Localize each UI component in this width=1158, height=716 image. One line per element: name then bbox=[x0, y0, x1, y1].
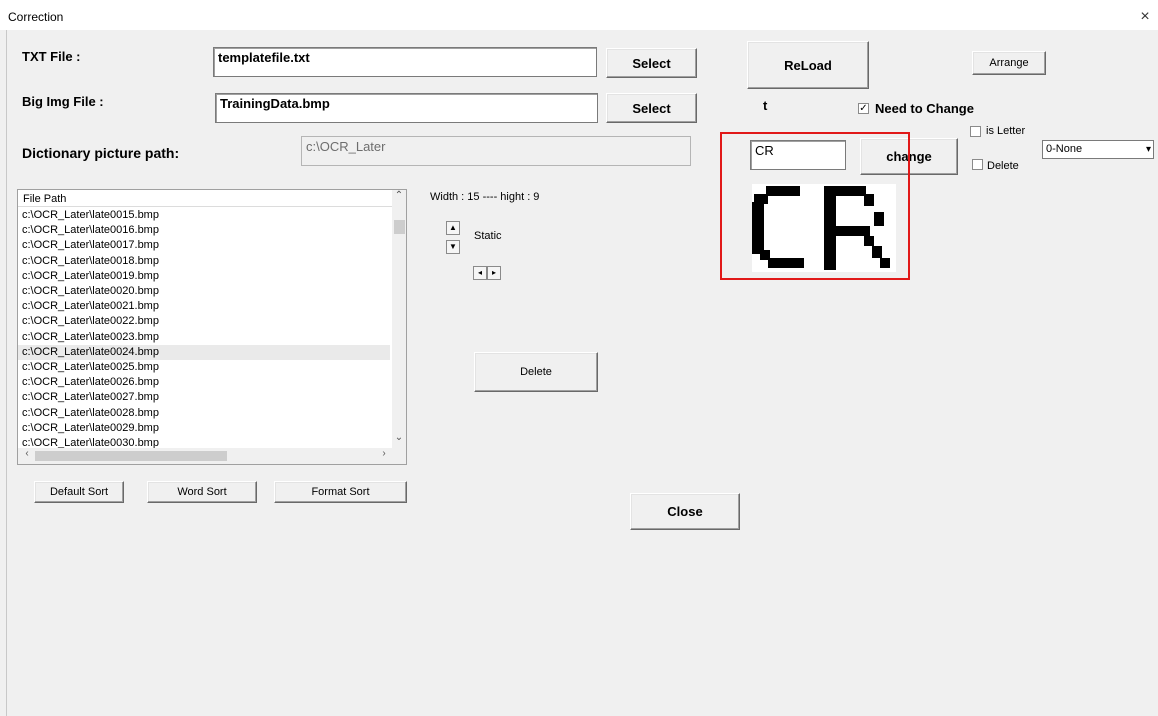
title-bar bbox=[0, 0, 1158, 30]
list-item[interactable]: c:\OCR_Later\late0023.bmp bbox=[18, 330, 390, 345]
list-item[interactable]: c:\OCR_Later\late0022.bmp bbox=[18, 314, 390, 329]
horizontal-scrollbar[interactable]: ‹ › bbox=[18, 448, 406, 464]
list-item[interactable]: c:\OCR_Later\late0029.bmp bbox=[18, 421, 390, 436]
list-item[interactable]: c:\OCR_Later\late0025.bmp bbox=[18, 360, 390, 375]
txt-file-input[interactable]: templatefile.txt bbox=[213, 47, 597, 77]
close-icon[interactable]: × bbox=[1138, 9, 1152, 25]
list-item[interactable]: c:\OCR_Later\late0018.bmp bbox=[18, 254, 390, 269]
list-item[interactable]: c:\OCR_Later\late0028.bmp bbox=[18, 406, 390, 421]
list-item[interactable]: c:\OCR_Later\late0015.bmp bbox=[18, 208, 390, 223]
scroll-up-icon[interactable]: ⌃ bbox=[392, 190, 406, 201]
dimensions-text: Width : 15 ---- hight : 9 bbox=[430, 191, 540, 203]
need-to-change-checkbox[interactable]: ✓ bbox=[858, 103, 869, 114]
delete-button[interactable]: Delete bbox=[474, 352, 598, 392]
vertical-scroll-thumb[interactable] bbox=[394, 220, 405, 234]
window-title: Correction bbox=[8, 10, 64, 24]
list-item[interactable]: c:\OCR_Later\late0021.bmp bbox=[18, 299, 390, 314]
scroll-right-icon[interactable]: › bbox=[378, 448, 390, 459]
list-item[interactable]: c:\OCR_Later\late0017.bmp bbox=[18, 238, 390, 253]
delete-checkbox-label: Delete bbox=[987, 160, 1019, 172]
list-item[interactable]: c:\OCR_Later\late0019.bmp bbox=[18, 269, 390, 284]
type-dropdown[interactable]: 0-None ▾ bbox=[1042, 140, 1154, 159]
chevron-down-icon: ▾ bbox=[1145, 144, 1151, 155]
word-sort-button[interactable]: Word Sort bbox=[147, 481, 257, 503]
delete-checkbox[interactable] bbox=[972, 159, 983, 170]
static-label: Static bbox=[474, 230, 502, 242]
spin-down-icon[interactable]: ▼ bbox=[446, 240, 460, 254]
list-item[interactable]: c:\OCR_Later\late0027.bmp bbox=[18, 390, 390, 405]
dict-path-input[interactable]: c:\OCR_Later bbox=[301, 136, 691, 166]
close-button[interactable]: Close bbox=[630, 493, 740, 530]
is-letter-checkbox[interactable] bbox=[970, 126, 981, 137]
type-dropdown-value: 0-None bbox=[1046, 143, 1083, 155]
arrange-button[interactable]: Arrange bbox=[972, 51, 1046, 75]
scroll-left-icon[interactable]: ‹ bbox=[21, 448, 33, 459]
dict-path-label: Dictionary picture path: bbox=[22, 145, 180, 161]
spin-right-icon[interactable]: ▸ bbox=[487, 266, 501, 280]
default-sort-button[interactable]: Default Sort bbox=[34, 481, 124, 503]
file-path-list[interactable]: File Path c:\OCR_Later\late0015.bmp c:\OC… bbox=[17, 189, 407, 465]
list-item[interactable]: c:\OCR_Later\late0024.bmp bbox=[18, 344, 390, 360]
txt-select-button[interactable]: Select bbox=[606, 48, 697, 78]
list-item[interactable]: c:\OCR_Later\late0020.bmp bbox=[18, 284, 390, 299]
list-header: File Path bbox=[18, 190, 392, 207]
horizontal-scroll-thumb[interactable] bbox=[35, 451, 227, 461]
list-item[interactable]: c:\OCR_Later\late0016.bmp bbox=[18, 223, 390, 238]
big-img-input[interactable]: TrainingData.bmp bbox=[215, 93, 598, 123]
big-img-label: Big Img File : bbox=[22, 94, 104, 109]
txt-file-label: TXT File : bbox=[22, 49, 81, 64]
need-to-change-label: Need to Change bbox=[875, 101, 974, 116]
t-label: t bbox=[763, 98, 768, 113]
spin-up-icon[interactable]: ▲ bbox=[446, 221, 460, 235]
vertical-scrollbar[interactable]: ⌃ ⌄ bbox=[392, 190, 406, 448]
highlight-box bbox=[720, 132, 910, 280]
is-letter-label: is Letter bbox=[986, 125, 1026, 137]
window-frame bbox=[6, 30, 7, 716]
format-sort-button[interactable]: Format Sort bbox=[274, 481, 407, 503]
list-item[interactable]: c:\OCR_Later\late0026.bmp bbox=[18, 375, 390, 390]
big-img-select-button[interactable]: Select bbox=[606, 93, 697, 123]
scroll-down-icon[interactable]: ⌄ bbox=[392, 432, 406, 443]
spin-left-icon[interactable]: ◂ bbox=[473, 266, 487, 280]
reload-button[interactable]: ReLoad bbox=[747, 41, 869, 89]
